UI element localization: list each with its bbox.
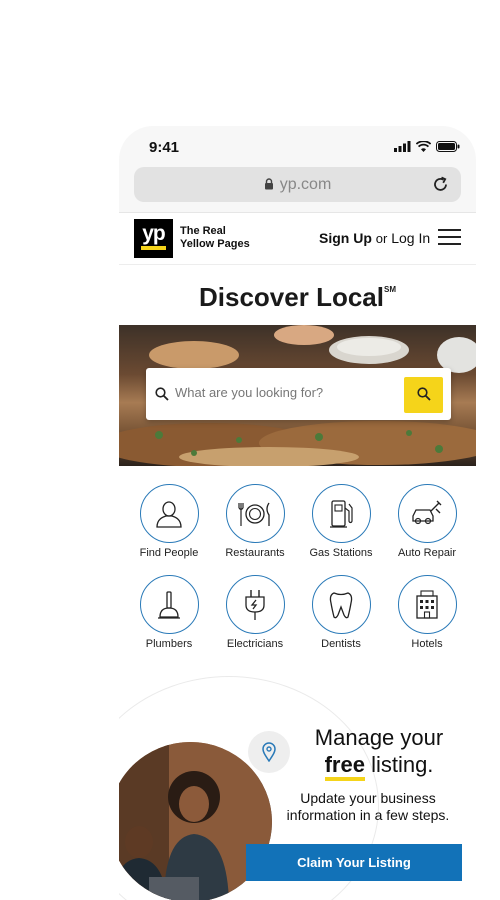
site-header: yp The Real Yellow Pages Sign Up or Log … (119, 212, 476, 265)
category-label: Restaurants (225, 547, 285, 559)
brand-line2: Yellow Pages (180, 238, 250, 250)
category-gas-stations[interactable]: Gas Stations (298, 484, 384, 559)
status-icons (394, 141, 460, 152)
category-icon-circle (311, 575, 371, 634)
search-button[interactable] (404, 377, 443, 413)
search-input[interactable] (175, 385, 400, 400)
category-icon-circle (311, 484, 371, 543)
promo-title-line1: Manage your (314, 725, 444, 750)
promo-title: Manage your free listing. (294, 724, 464, 781)
category-restaurants[interactable]: Restaurants (212, 484, 298, 559)
location-pin-icon (262, 742, 276, 762)
search-icon (155, 387, 169, 401)
category-grid: Find People Restaurants Gas Stations Aut… (126, 484, 476, 650)
or-text: or (375, 231, 388, 246)
claim-listing-button[interactable]: Claim Your Listing (246, 844, 462, 881)
promo-title-free: free (324, 752, 365, 781)
search-button-icon (416, 386, 431, 401)
page-title-text: Discover Local (199, 282, 384, 312)
category-icon-circle (225, 575, 285, 634)
brand-name: The Real Yellow Pages (180, 225, 250, 251)
category-icon-circle (139, 484, 199, 543)
plunger-icon (158, 590, 180, 619)
category-electricians[interactable]: Electricians (212, 575, 298, 650)
auth-links: Sign Up or Log In (319, 230, 430, 246)
category-plumbers[interactable]: Plumbers (126, 575, 212, 650)
category-auto-repair[interactable]: Auto Repair (384, 484, 470, 559)
url-text: yp.com (279, 176, 332, 193)
reload-icon[interactable] (431, 175, 450, 194)
category-find-people[interactable]: Find People (126, 484, 212, 559)
promo-subtitle: Update your business information in a fe… (286, 790, 450, 823)
category-hotels[interactable]: Hotels (384, 575, 470, 650)
category-label: Electricians (226, 638, 284, 650)
url-display: yp.com (134, 176, 461, 194)
signal-icon (394, 141, 411, 152)
category-label: Gas Stations (309, 547, 373, 559)
battery-icon (436, 141, 460, 152)
location-pin-badge (248, 731, 290, 773)
url-bar[interactable]: yp.com (134, 167, 461, 202)
plug-icon (245, 589, 265, 620)
lock-icon (264, 178, 273, 190)
log-in-link[interactable]: Log In (391, 230, 430, 246)
category-label: Find People (139, 547, 199, 559)
brand-line1: The Real (180, 225, 226, 237)
status-time: 9:41 (149, 139, 180, 156)
yp-logo[interactable]: yp (134, 219, 173, 258)
yp-logo-text: yp (142, 222, 166, 245)
person-icon (156, 500, 182, 528)
hamburger-menu-icon[interactable] (438, 229, 461, 247)
search-box (146, 368, 451, 420)
phone-screen: 9:41 yp.com yp The Real Yellow Pages Sig… (119, 126, 476, 900)
hotel-icon (416, 589, 438, 619)
category-icon-circle (139, 575, 199, 634)
hero-banner (119, 325, 476, 466)
category-dentists[interactable]: Dentists (298, 575, 384, 650)
promo-title-line2: free listing. (294, 751, 464, 781)
category-icon-circle (397, 575, 457, 634)
category-label: Plumbers (145, 638, 193, 650)
wifi-icon (416, 141, 431, 152)
yp-logo-bar (141, 246, 166, 250)
car-wrench-icon (412, 500, 442, 524)
browser-chrome: 9:41 yp.com (119, 126, 476, 212)
tooth-icon (329, 591, 353, 618)
category-label: Auto Repair (397, 547, 457, 559)
category-label: Dentists (321, 638, 361, 650)
service-mark: SM (383, 285, 396, 294)
category-label: Hotels (411, 638, 443, 650)
promo-title-rest: listing. (371, 752, 434, 777)
sign-up-link[interactable]: Sign Up (319, 230, 372, 246)
gas-pump-icon (330, 499, 353, 528)
category-icon-circle (397, 484, 457, 543)
category-icon-circle (225, 484, 285, 543)
page-title: Discover LocalSM (119, 282, 476, 313)
plate-icon (238, 502, 270, 526)
